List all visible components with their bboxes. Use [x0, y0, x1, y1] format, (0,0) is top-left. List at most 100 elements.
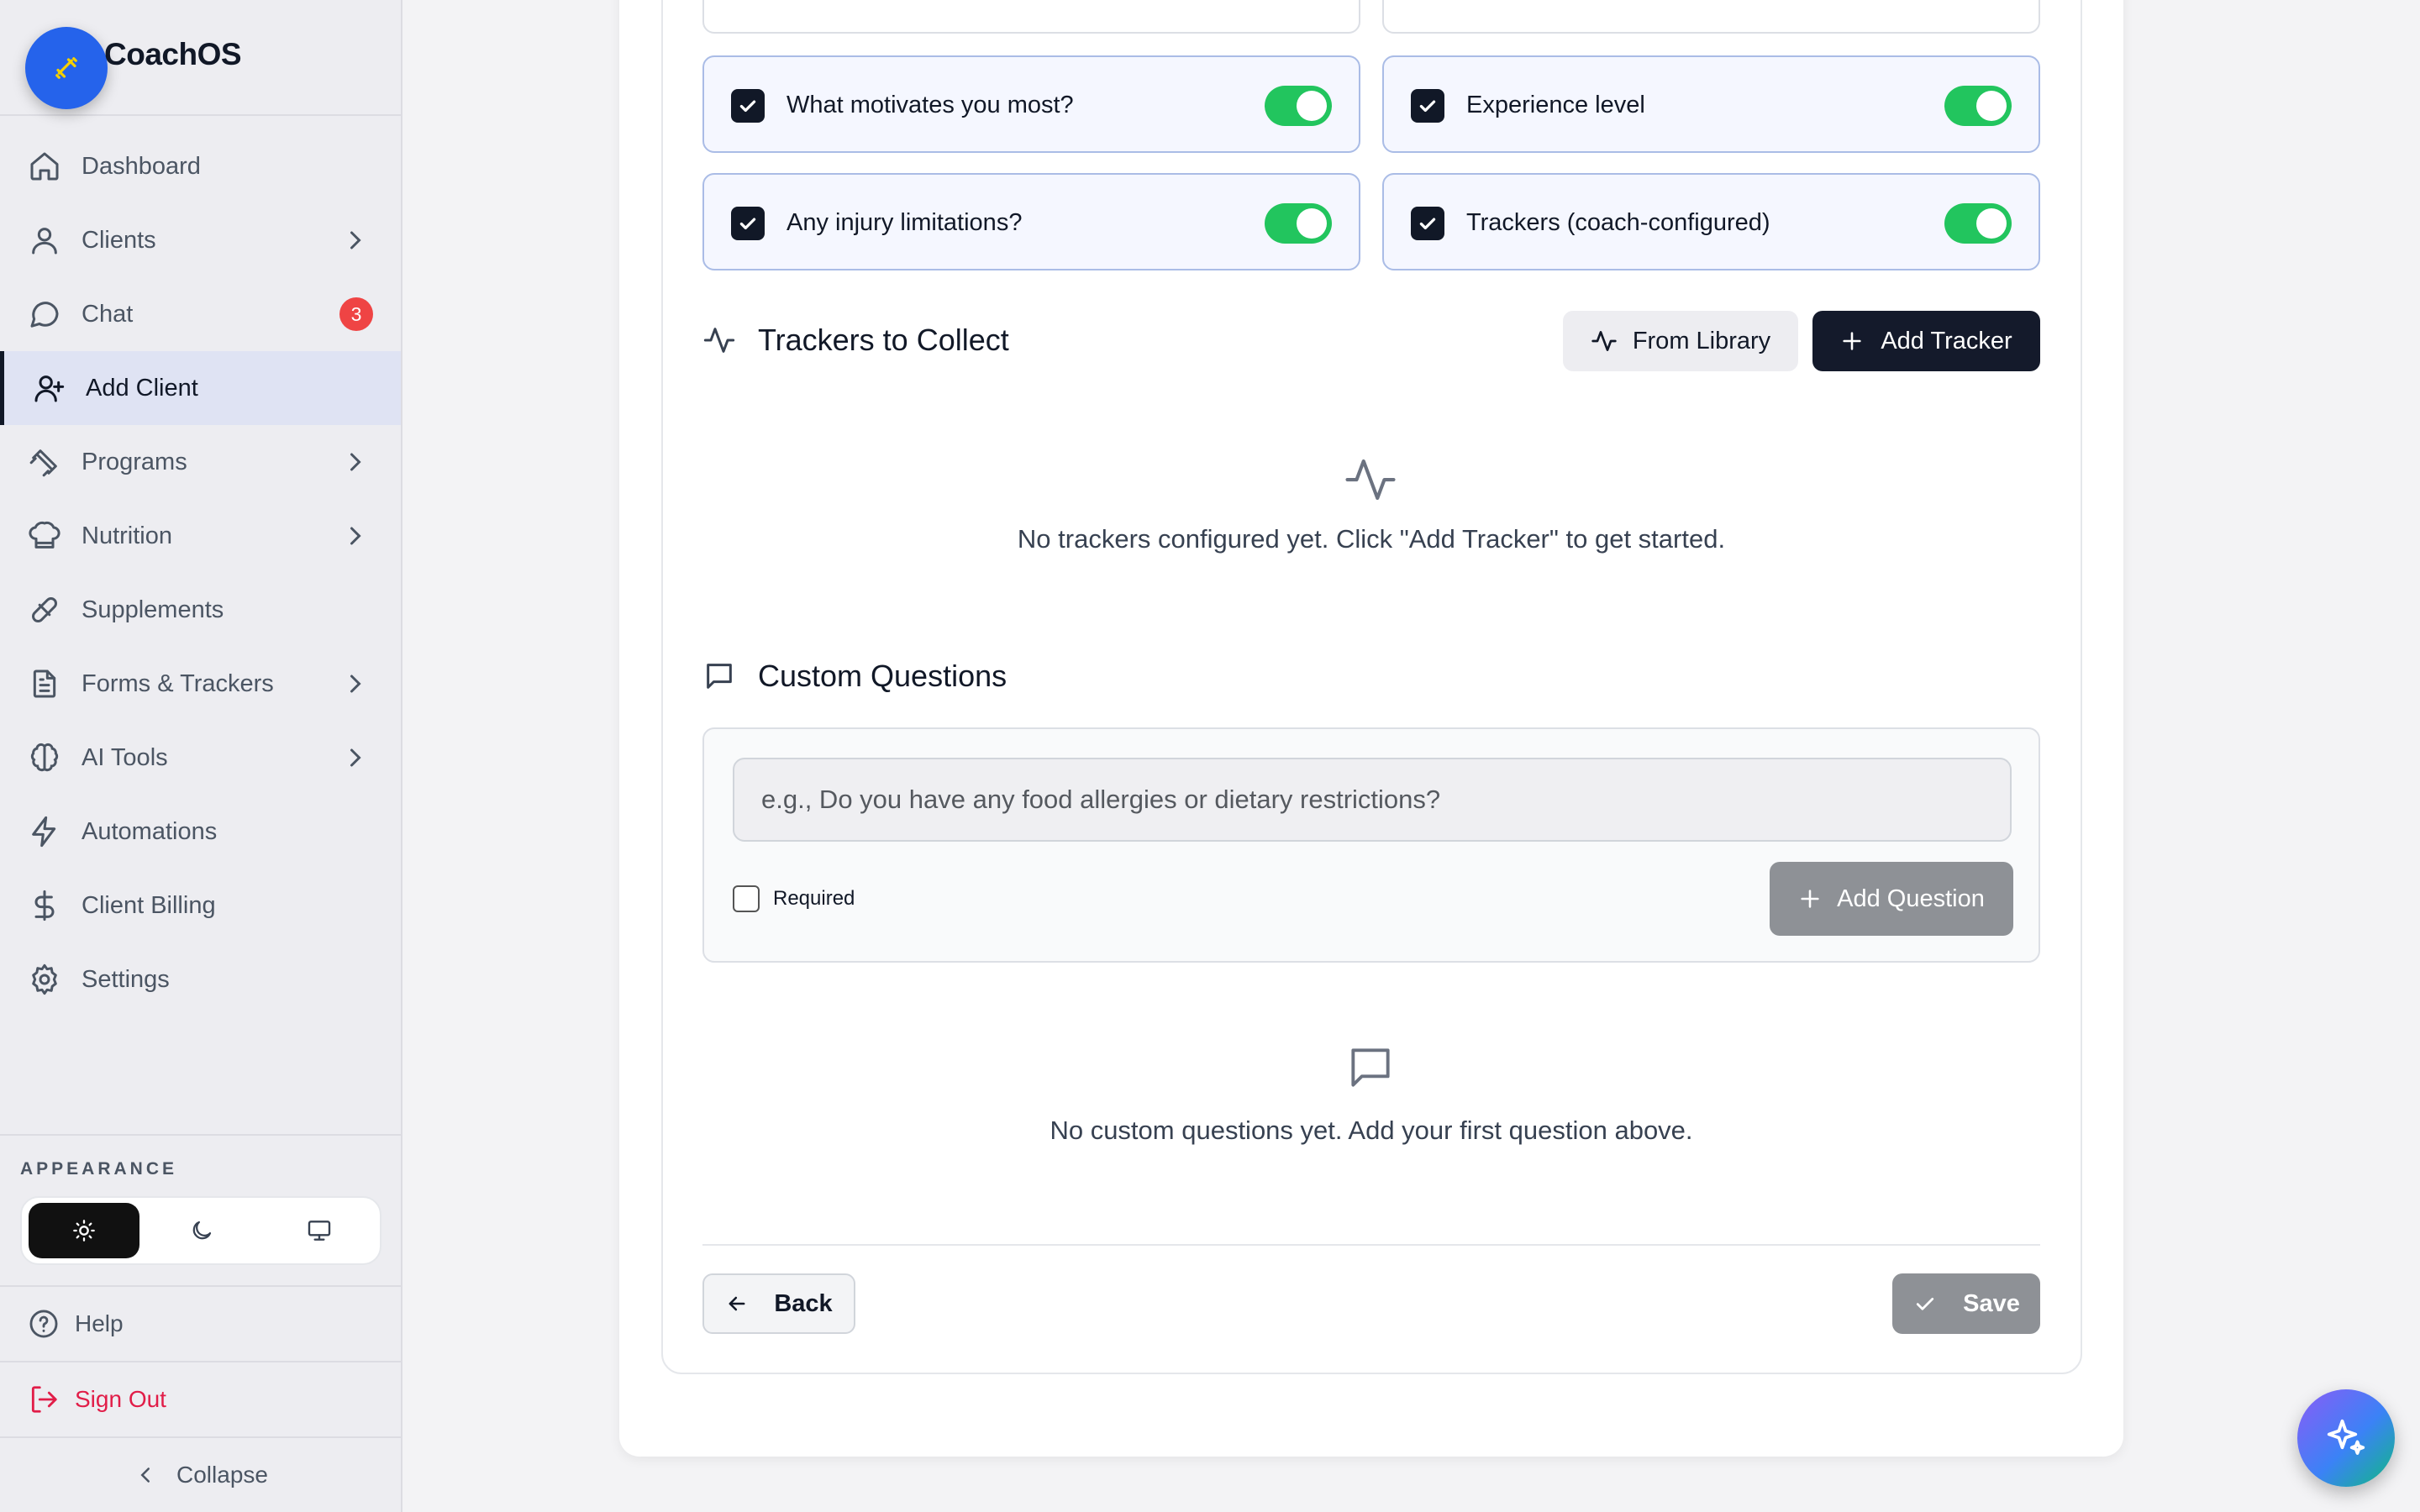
home-icon: [30, 152, 59, 181]
user-icon: [32, 228, 57, 255]
sidebar-item-add-client[interactable]: Add Client: [0, 351, 401, 425]
custom-questions-section-title: Custom Questions: [702, 659, 1007, 694]
app-logo[interactable]: [25, 27, 108, 109]
option-toggle[interactable]: [1265, 86, 1332, 126]
sidebar-item-label: Clients: [82, 226, 156, 254]
back-button[interactable]: Back: [702, 1273, 855, 1334]
theme-system-button[interactable]: [264, 1203, 375, 1258]
option-checkbox[interactable]: [1411, 207, 1444, 240]
sidebar-item-label: Client Billing: [82, 891, 216, 919]
custom-questions-empty-text: No custom questions yet. Add your first …: [1050, 1116, 1693, 1145]
save-label: Save: [1963, 1289, 2020, 1317]
from-library-label: From Library: [1632, 327, 1771, 354]
trackers-title: Trackers to Collect: [758, 323, 1009, 357]
activity-icon: [1345, 459, 1396, 501]
chevron-right-icon: [350, 453, 361, 471]
chevron-right-icon: [350, 748, 361, 767]
check-icon: [739, 218, 756, 230]
sidebar-item-ai-tools[interactable]: AI Tools: [0, 721, 401, 795]
app-name: CoachOS: [104, 37, 242, 71]
sidebar-item-label: Chat: [82, 300, 134, 328]
from-library-button[interactable]: From Library: [1563, 311, 1798, 371]
trackers-empty-text: No trackers configured yet. Click "Add T…: [1017, 524, 1726, 554]
sidebar-item-forms-trackers[interactable]: Forms & Trackers: [0, 647, 401, 721]
sidebar-item-label: AI Tools: [82, 743, 168, 771]
question-input[interactable]: [733, 758, 2012, 842]
dollar-icon: [34, 890, 55, 921]
sidebar-item-chat[interactable]: Chat 3: [0, 277, 401, 351]
activity-icon: [1591, 331, 1617, 351]
option-card-motivation[interactable]: What motivates you most?: [702, 55, 1360, 153]
option-toggle[interactable]: [1944, 86, 2012, 126]
add-question-button[interactable]: Add Question: [1770, 862, 2013, 936]
gear-icon: [32, 963, 57, 995]
trackers-section-title: Trackers to Collect: [702, 323, 1009, 358]
sidebar: CoachOS Dashboard Clients Chat 3 Add Cli…: [0, 0, 402, 1512]
chevron-right-icon: [350, 231, 361, 249]
sidebar-item-label: Nutrition: [82, 522, 172, 549]
option-label: Experience level: [1466, 92, 1645, 118]
theme-switcher: [20, 1196, 381, 1265]
sign-out-label: Sign Out: [75, 1386, 166, 1412]
option-card-experience[interactable]: Experience level: [1382, 55, 2040, 153]
logout-icon: [31, 1386, 57, 1413]
document-icon: [33, 669, 56, 698]
footer-divider: [702, 1244, 2040, 1246]
option-card-injury[interactable]: Any injury limitations?: [702, 173, 1360, 270]
sidebar-item-clients[interactable]: Clients: [0, 203, 401, 277]
theme-dark-button[interactable]: [146, 1203, 257, 1258]
arrow-left-icon: [729, 1296, 745, 1311]
pill-icon: [32, 597, 57, 622]
option-label: Trackers (coach-configured): [1466, 209, 1770, 236]
message-square-icon: [1351, 1048, 1390, 1087]
add-tracker-button[interactable]: Add Tracker: [1812, 311, 2040, 371]
collapse-sidebar-button[interactable]: Collapse: [0, 1438, 401, 1512]
custom-questions-title: Custom Questions: [758, 659, 1007, 693]
collapse-label: Collapse: [176, 1462, 268, 1488]
option-checkbox[interactable]: [731, 89, 765, 123]
sidebar-item-supplements[interactable]: Supplements: [0, 573, 401, 647]
brain-icon: [30, 743, 59, 772]
plus-icon: [1801, 890, 1819, 908]
sidebar-item-label: Automations: [82, 817, 218, 845]
sidebar-item-automations[interactable]: Automations: [0, 795, 401, 869]
option-card-previous: [1382, 0, 2040, 34]
add-question-label: Add Question: [1837, 885, 1985, 912]
add-tracker-label: Add Tracker: [1881, 327, 2012, 354]
sidebar-item-label: Settings: [82, 965, 170, 993]
sign-out-button[interactable]: Sign Out: [0, 1362, 401, 1438]
ai-assistant-button[interactable]: [2297, 1389, 2395, 1487]
chevron-right-icon: [350, 527, 361, 545]
message-square-icon: [707, 664, 732, 689]
chevron-left-icon: [140, 1467, 150, 1483]
activity-icon: [703, 328, 735, 353]
check-icon: [1419, 100, 1436, 113]
sidebar-item-nutrition[interactable]: Nutrition: [0, 499, 401, 573]
check-icon: [1917, 1298, 1934, 1310]
user-plus-icon: [34, 375, 65, 402]
option-checkbox[interactable]: [1411, 89, 1444, 123]
sidebar-item-settings[interactable]: Settings: [0, 942, 401, 1016]
lightning-icon: [32, 816, 56, 848]
option-card-trackers[interactable]: Trackers (coach-configured): [1382, 173, 2040, 270]
theme-light-button[interactable]: [29, 1203, 139, 1258]
dumbbell-icon: [55, 57, 77, 79]
chevron-right-icon: [350, 675, 361, 693]
required-checkbox[interactable]: [733, 885, 760, 912]
sidebar-item-label: Add Client: [86, 374, 198, 402]
sidebar-item-dashboard[interactable]: Dashboard: [0, 129, 401, 203]
help-link[interactable]: Help: [0, 1287, 401, 1362]
sidebar-item-label: Forms & Trackers: [82, 669, 274, 697]
sidebar-item-programs[interactable]: Programs: [0, 425, 401, 499]
option-checkbox[interactable]: [731, 207, 765, 240]
sidebar-item-label: Dashboard: [82, 152, 201, 180]
sidebar-item-client-billing[interactable]: Client Billing: [0, 869, 401, 942]
plus-icon: [1843, 332, 1861, 350]
appearance-section: APPEARANCE: [0, 1134, 401, 1287]
option-toggle[interactable]: [1265, 203, 1332, 244]
required-label: Required: [773, 887, 855, 910]
save-button[interactable]: Save: [1892, 1273, 2040, 1334]
option-toggle[interactable]: [1944, 203, 2012, 244]
chef-hat-icon: [29, 521, 60, 549]
appearance-label: APPEARANCE: [20, 1159, 178, 1179]
